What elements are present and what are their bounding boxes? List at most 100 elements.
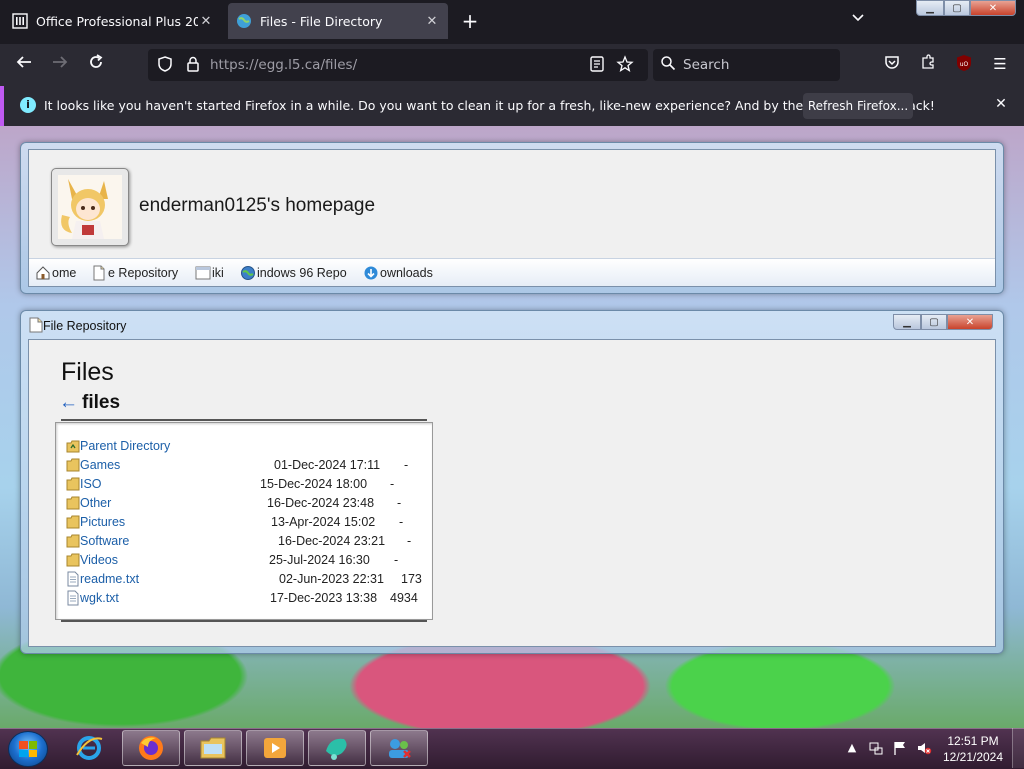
network-icon[interactable]	[868, 740, 884, 756]
file-name-link[interactable]: Parent Directory	[80, 439, 170, 453]
show-desktop-button[interactable]	[1012, 728, 1024, 768]
text-file-icon	[66, 590, 80, 606]
back-link-arrow[interactable]: ←	[59, 392, 78, 413]
file-name-link[interactable]: Pictures	[80, 515, 125, 529]
list-tabs-button[interactable]	[848, 10, 868, 30]
extensions-icon[interactable]	[917, 53, 939, 75]
avatar	[51, 168, 129, 246]
extension-badge: uO	[960, 61, 969, 68]
menu-item-label: ownloads	[380, 266, 433, 280]
menu-item-label: e Repository	[108, 266, 179, 280]
lock-icon[interactable]	[184, 55, 204, 75]
maximize-button[interactable]: ▢	[921, 314, 947, 330]
forward-button[interactable]	[48, 53, 72, 77]
folder-icon	[66, 533, 80, 549]
menu-item-label: iki	[212, 266, 224, 280]
close-tab-icon[interactable]: ✕	[424, 14, 440, 29]
table-row[interactable]: Pictures 13-Apr-2024 15:02 -	[56, 513, 432, 532]
ublock-origin-icon[interactable]: uO	[953, 53, 975, 75]
table-row[interactable]: Other 16-Dec-2024 23:48 -	[56, 494, 432, 513]
back-arrow-icon	[16, 56, 31, 68]
file-repository-window: File Repository ▁ ▢ ✕ Files ← files Paren…	[20, 310, 1004, 654]
file-name-link[interactable]: Games	[80, 458, 120, 472]
file-name-link[interactable]: ISO	[80, 477, 102, 491]
maximize-button[interactable]: ▢	[944, 0, 970, 16]
menu-item-wiki[interactable]: iki	[195, 265, 224, 281]
folder-icon	[66, 457, 80, 473]
folder-icon	[200, 737, 226, 759]
tab-title: Office Professional Plus 2010 w	[36, 13, 198, 29]
notification-text: It looks like you haven't started Firefo…	[44, 98, 935, 113]
modified-date: 15-Dec-2024 18:00	[260, 477, 368, 491]
modified-date: 13-Apr-2024 15:02	[271, 515, 376, 529]
close-tab-icon[interactable]: ✕	[198, 14, 214, 29]
table-row[interactable]: ISO 15-Dec-2024 18:00 -	[56, 475, 432, 494]
table-row[interactable]: Games 01-Dec-2024 17:11 -	[56, 456, 432, 475]
file-size: -	[399, 515, 404, 529]
taskbar-app-teal[interactable]	[308, 730, 366, 766]
new-tab-button[interactable]: +	[458, 10, 482, 34]
action-center-flag-icon[interactable]	[892, 740, 908, 756]
close-window-button[interactable]: ✕	[947, 314, 993, 330]
minimize-button[interactable]: ▁	[916, 0, 944, 16]
taskbar-network-app[interactable]	[370, 730, 428, 766]
table-row[interactable]: wgk.txt 17-Dec-2023 13:38 4934	[56, 589, 432, 608]
clock-time: 12:51 PM	[947, 734, 999, 748]
file-name-link[interactable]: Software	[80, 534, 129, 548]
pocket-icon[interactable]	[881, 53, 903, 75]
taskbar-internet-explorer[interactable]	[60, 730, 118, 766]
shield-icon[interactable]	[156, 55, 176, 75]
table-row[interactable]: Parent Directory	[56, 437, 432, 456]
reader-view-icon[interactable]	[588, 55, 608, 75]
hamburger-menu-icon[interactable]: ☰	[989, 53, 1011, 75]
menu-item-windows-96-repo[interactable]: indows 96 Repo	[240, 265, 347, 281]
files-subheading: ← files	[59, 392, 120, 414]
file-size: 4934	[390, 591, 418, 605]
menu-item-downloads[interactable]: ownloads	[363, 265, 433, 281]
file-size: 173	[401, 572, 422, 586]
show-hidden-icons-chevron[interactable]: ▲	[844, 740, 860, 756]
globe-icon	[240, 265, 256, 281]
system-clock[interactable]: 12:51 PM 12/21/2024	[938, 733, 1008, 765]
volume-muted-icon[interactable]	[916, 740, 932, 756]
tab-office[interactable]: Office Professional Plus 2010 w ✕	[4, 3, 222, 39]
modified-date: 16-Dec-2024 23:21	[278, 534, 386, 548]
avatar-image	[58, 175, 122, 239]
reload-button[interactable]	[84, 53, 108, 77]
close-window-button[interactable]: ✕	[970, 0, 1016, 16]
file-size: -	[404, 458, 409, 472]
start-button[interactable]	[8, 731, 48, 767]
taskbar-file-explorer[interactable]	[184, 730, 242, 766]
search-bar[interactable]	[653, 49, 840, 81]
taskbar-media-player[interactable]	[246, 730, 304, 766]
modified-date: 16-Dec-2024 23:48	[267, 496, 375, 510]
window-controls: ▁ ▢ ✕	[916, 0, 1020, 18]
clock-date: 12/21/2024	[942, 750, 1004, 764]
url-text[interactable]: https://egg.l5.ca/files/	[210, 57, 357, 73]
table-row[interactable]: readme.txt 02-Jun-2023 22:31 173	[56, 570, 432, 589]
document-icon	[91, 265, 107, 281]
taskbar-firefox[interactable]	[122, 730, 180, 766]
menu-item-home[interactable]: ome	[35, 265, 76, 281]
file-name-link[interactable]: Other	[80, 496, 111, 510]
bookmark-star-icon[interactable]	[616, 55, 636, 75]
minimize-button[interactable]: ▁	[893, 314, 921, 330]
table-row[interactable]: Software 16-Dec-2024 23:21 -	[56, 532, 432, 551]
files-subheading-text: files	[82, 392, 121, 413]
firefox-icon	[139, 736, 163, 760]
table-row[interactable]: Videos 25-Jul-2024 16:30 -	[56, 551, 432, 570]
homepage-menu-bar: ome e Repository iki indows 96 Repo ownl…	[29, 258, 995, 286]
file-name-link[interactable]: wgk.txt	[80, 591, 119, 605]
file-size: -	[407, 534, 412, 548]
file-name-link[interactable]: Videos	[80, 553, 118, 567]
tab-files[interactable]: Files - File Directory ✕	[228, 3, 448, 39]
homepage-card: enderman0125's homepage ome e Repository…	[20, 142, 1004, 294]
menu-item-file-repository[interactable]: e Repository	[91, 265, 178, 281]
refresh-firefox-button[interactable]: Refresh Firefox...	[803, 93, 913, 119]
modified-date: 17-Dec-2023 13:38	[270, 591, 378, 605]
globe-icon	[236, 13, 252, 29]
close-notification-icon[interactable]: ✕	[992, 96, 1010, 114]
back-button[interactable]	[12, 53, 36, 77]
file-name-link[interactable]: readme.txt	[80, 572, 139, 586]
folder-icon	[66, 476, 80, 492]
